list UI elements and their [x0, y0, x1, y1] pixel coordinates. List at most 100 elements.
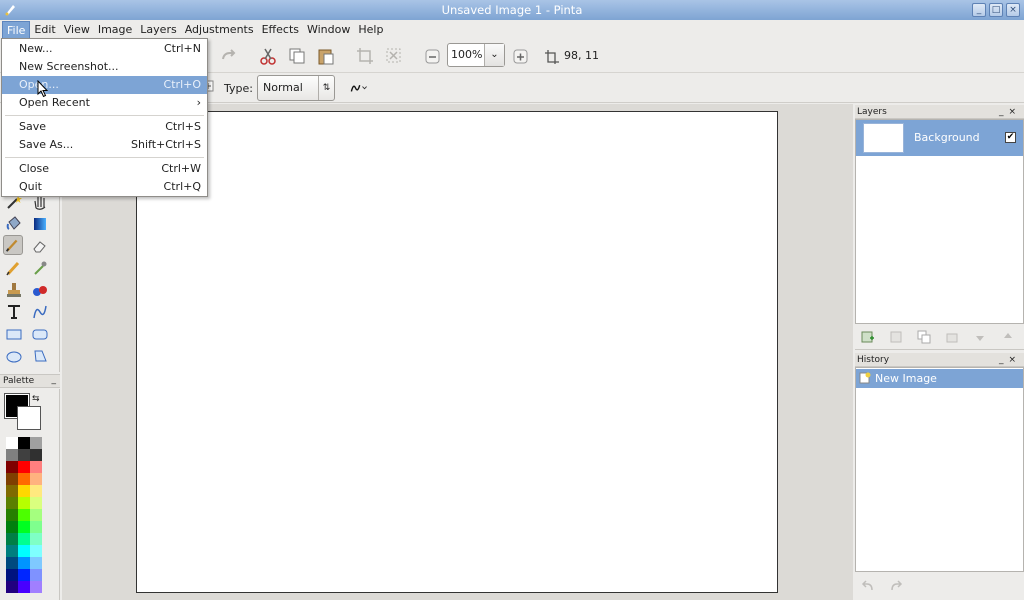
- palette-swatch[interactable]: [30, 509, 42, 521]
- eraser-icon[interactable]: [30, 236, 50, 256]
- crop-to-selection-icon[interactable]: [356, 47, 374, 65]
- palette-swatch[interactable]: [18, 485, 30, 497]
- palette-swatch[interactable]: [18, 461, 30, 473]
- cut-icon[interactable]: [259, 47, 277, 65]
- paint-bucket-icon[interactable]: [4, 214, 24, 234]
- move-layer-down-icon[interactable]: [973, 330, 987, 344]
- menu-item-open[interactable]: Open... Ctrl+O: [2, 76, 207, 94]
- redo-icon[interactable]: [220, 47, 238, 65]
- menu-item-quit[interactable]: Quit Ctrl+Q: [2, 178, 207, 196]
- layer-row[interactable]: Background ✔: [856, 120, 1023, 156]
- palette-swatch[interactable]: [18, 545, 30, 557]
- menu-item-save-as[interactable]: Save As... Shift+Ctrl+S: [2, 136, 207, 154]
- menu-image[interactable]: Image: [94, 21, 136, 39]
- zoom-in-icon[interactable]: [512, 48, 530, 66]
- menu-item-close[interactable]: Close Ctrl+W: [2, 160, 207, 178]
- move-layer-up-icon[interactable]: [1001, 330, 1015, 344]
- palette-swatch[interactable]: [30, 473, 42, 485]
- palette-swatch[interactable]: [18, 521, 30, 533]
- copy-icon[interactable]: [288, 47, 306, 65]
- palette-swatch[interactable]: [18, 437, 30, 449]
- palette-swatch[interactable]: [6, 485, 18, 497]
- menu-edit[interactable]: Edit: [30, 21, 59, 39]
- recolor-icon[interactable]: [30, 280, 50, 300]
- freeform-shape-icon[interactable]: [30, 346, 50, 366]
- zoom-value[interactable]: 100%: [448, 44, 485, 66]
- swap-colors-icon[interactable]: ⇆: [32, 394, 40, 404]
- zoom-combo[interactable]: 100% ⌄: [447, 43, 505, 67]
- layer-visibility-checkbox[interactable]: ✔: [1005, 132, 1016, 143]
- palette-swatch[interactable]: [18, 533, 30, 545]
- type-select[interactable]: Normal ⇅: [257, 75, 335, 101]
- menu-item-open-recent[interactable]: Open Recent ›: [2, 94, 207, 112]
- palette-swatch[interactable]: [18, 497, 30, 509]
- delete-layer-icon[interactable]: [889, 330, 903, 344]
- palette-swatch[interactable]: [30, 545, 42, 557]
- paintbrush-icon[interactable]: [3, 235, 23, 255]
- zoom-out-icon[interactable]: [424, 48, 442, 66]
- palette-swatch[interactable]: [18, 509, 30, 521]
- palette-swatch[interactable]: [30, 569, 42, 581]
- close-icon[interactable]: ×: [1008, 107, 1021, 117]
- add-layer-icon[interactable]: [861, 330, 875, 344]
- redo-icon[interactable]: [889, 579, 903, 593]
- palette-swatch[interactable]: [18, 569, 30, 581]
- rounded-rectangle-icon[interactable]: [30, 324, 50, 344]
- palette-swatch[interactable]: [6, 521, 18, 533]
- history-item[interactable]: New Image: [856, 369, 1023, 388]
- palette-swatch[interactable]: [6, 473, 18, 485]
- palette-swatch[interactable]: [30, 485, 42, 497]
- deselect-icon[interactable]: [385, 47, 403, 65]
- maximize-button[interactable]: □: [989, 3, 1003, 17]
- palette-swatch[interactable]: [6, 569, 18, 581]
- minimize-icon[interactable]: _: [52, 374, 57, 387]
- color-picker-icon[interactable]: [30, 258, 50, 278]
- palette-swatch[interactable]: [30, 449, 42, 461]
- palette-swatch[interactable]: [18, 449, 30, 461]
- palette-swatch[interactable]: [30, 581, 42, 593]
- menu-item-new-screenshot[interactable]: New Screenshot...: [2, 58, 207, 76]
- palette-swatch[interactable]: [30, 461, 42, 473]
- menu-layers[interactable]: Layers: [136, 21, 180, 39]
- palette-swatch[interactable]: [18, 581, 30, 593]
- palette-swatch[interactable]: [18, 557, 30, 569]
- antialiasing-icon[interactable]: [350, 79, 368, 97]
- undo-icon[interactable]: [861, 579, 875, 593]
- menu-file[interactable]: File: [2, 20, 31, 39]
- palette-swatch[interactable]: [6, 449, 18, 461]
- menu-adjustments[interactable]: Adjustments: [181, 21, 258, 39]
- paste-icon[interactable]: [317, 47, 335, 65]
- menu-item-new[interactable]: New... Ctrl+N: [2, 40, 207, 58]
- close-window-button[interactable]: ×: [1006, 3, 1020, 17]
- menu-effects[interactable]: Effects: [258, 21, 303, 39]
- palette-swatch[interactable]: [30, 533, 42, 545]
- palette-swatch[interactable]: [30, 521, 42, 533]
- palette-swatch[interactable]: [6, 557, 18, 569]
- pencil-icon[interactable]: [4, 258, 24, 278]
- secondary-color-swatch[interactable]: [17, 406, 41, 430]
- palette-swatch[interactable]: [6, 497, 18, 509]
- palette-swatch[interactable]: [6, 437, 18, 449]
- palette-swatch[interactable]: [6, 533, 18, 545]
- close-icon[interactable]: ×: [1008, 355, 1021, 365]
- palette-swatch[interactable]: [18, 473, 30, 485]
- menu-item-save[interactable]: Save Ctrl+S: [2, 118, 207, 136]
- updown-arrows-icon[interactable]: ⇅: [318, 76, 334, 100]
- palette-swatch[interactable]: [30, 437, 42, 449]
- line-curve-icon[interactable]: [30, 302, 50, 322]
- palette-swatch[interactable]: [6, 581, 18, 593]
- palette-swatch[interactable]: [30, 557, 42, 569]
- palette-swatch[interactable]: [6, 461, 18, 473]
- gradient-icon[interactable]: [30, 214, 50, 234]
- ellipse-icon[interactable]: [4, 346, 24, 366]
- menu-view[interactable]: View: [60, 21, 94, 39]
- menu-window[interactable]: Window: [303, 21, 354, 39]
- image-canvas[interactable]: [136, 111, 778, 593]
- palette-swatch[interactable]: [30, 497, 42, 509]
- menu-help[interactable]: Help: [354, 21, 387, 39]
- minimize-button[interactable]: _: [972, 3, 986, 17]
- type-value[interactable]: Normal: [258, 76, 318, 100]
- merge-layer-icon[interactable]: [945, 330, 959, 344]
- palette-swatch[interactable]: [6, 509, 18, 521]
- duplicate-layer-icon[interactable]: [917, 330, 931, 344]
